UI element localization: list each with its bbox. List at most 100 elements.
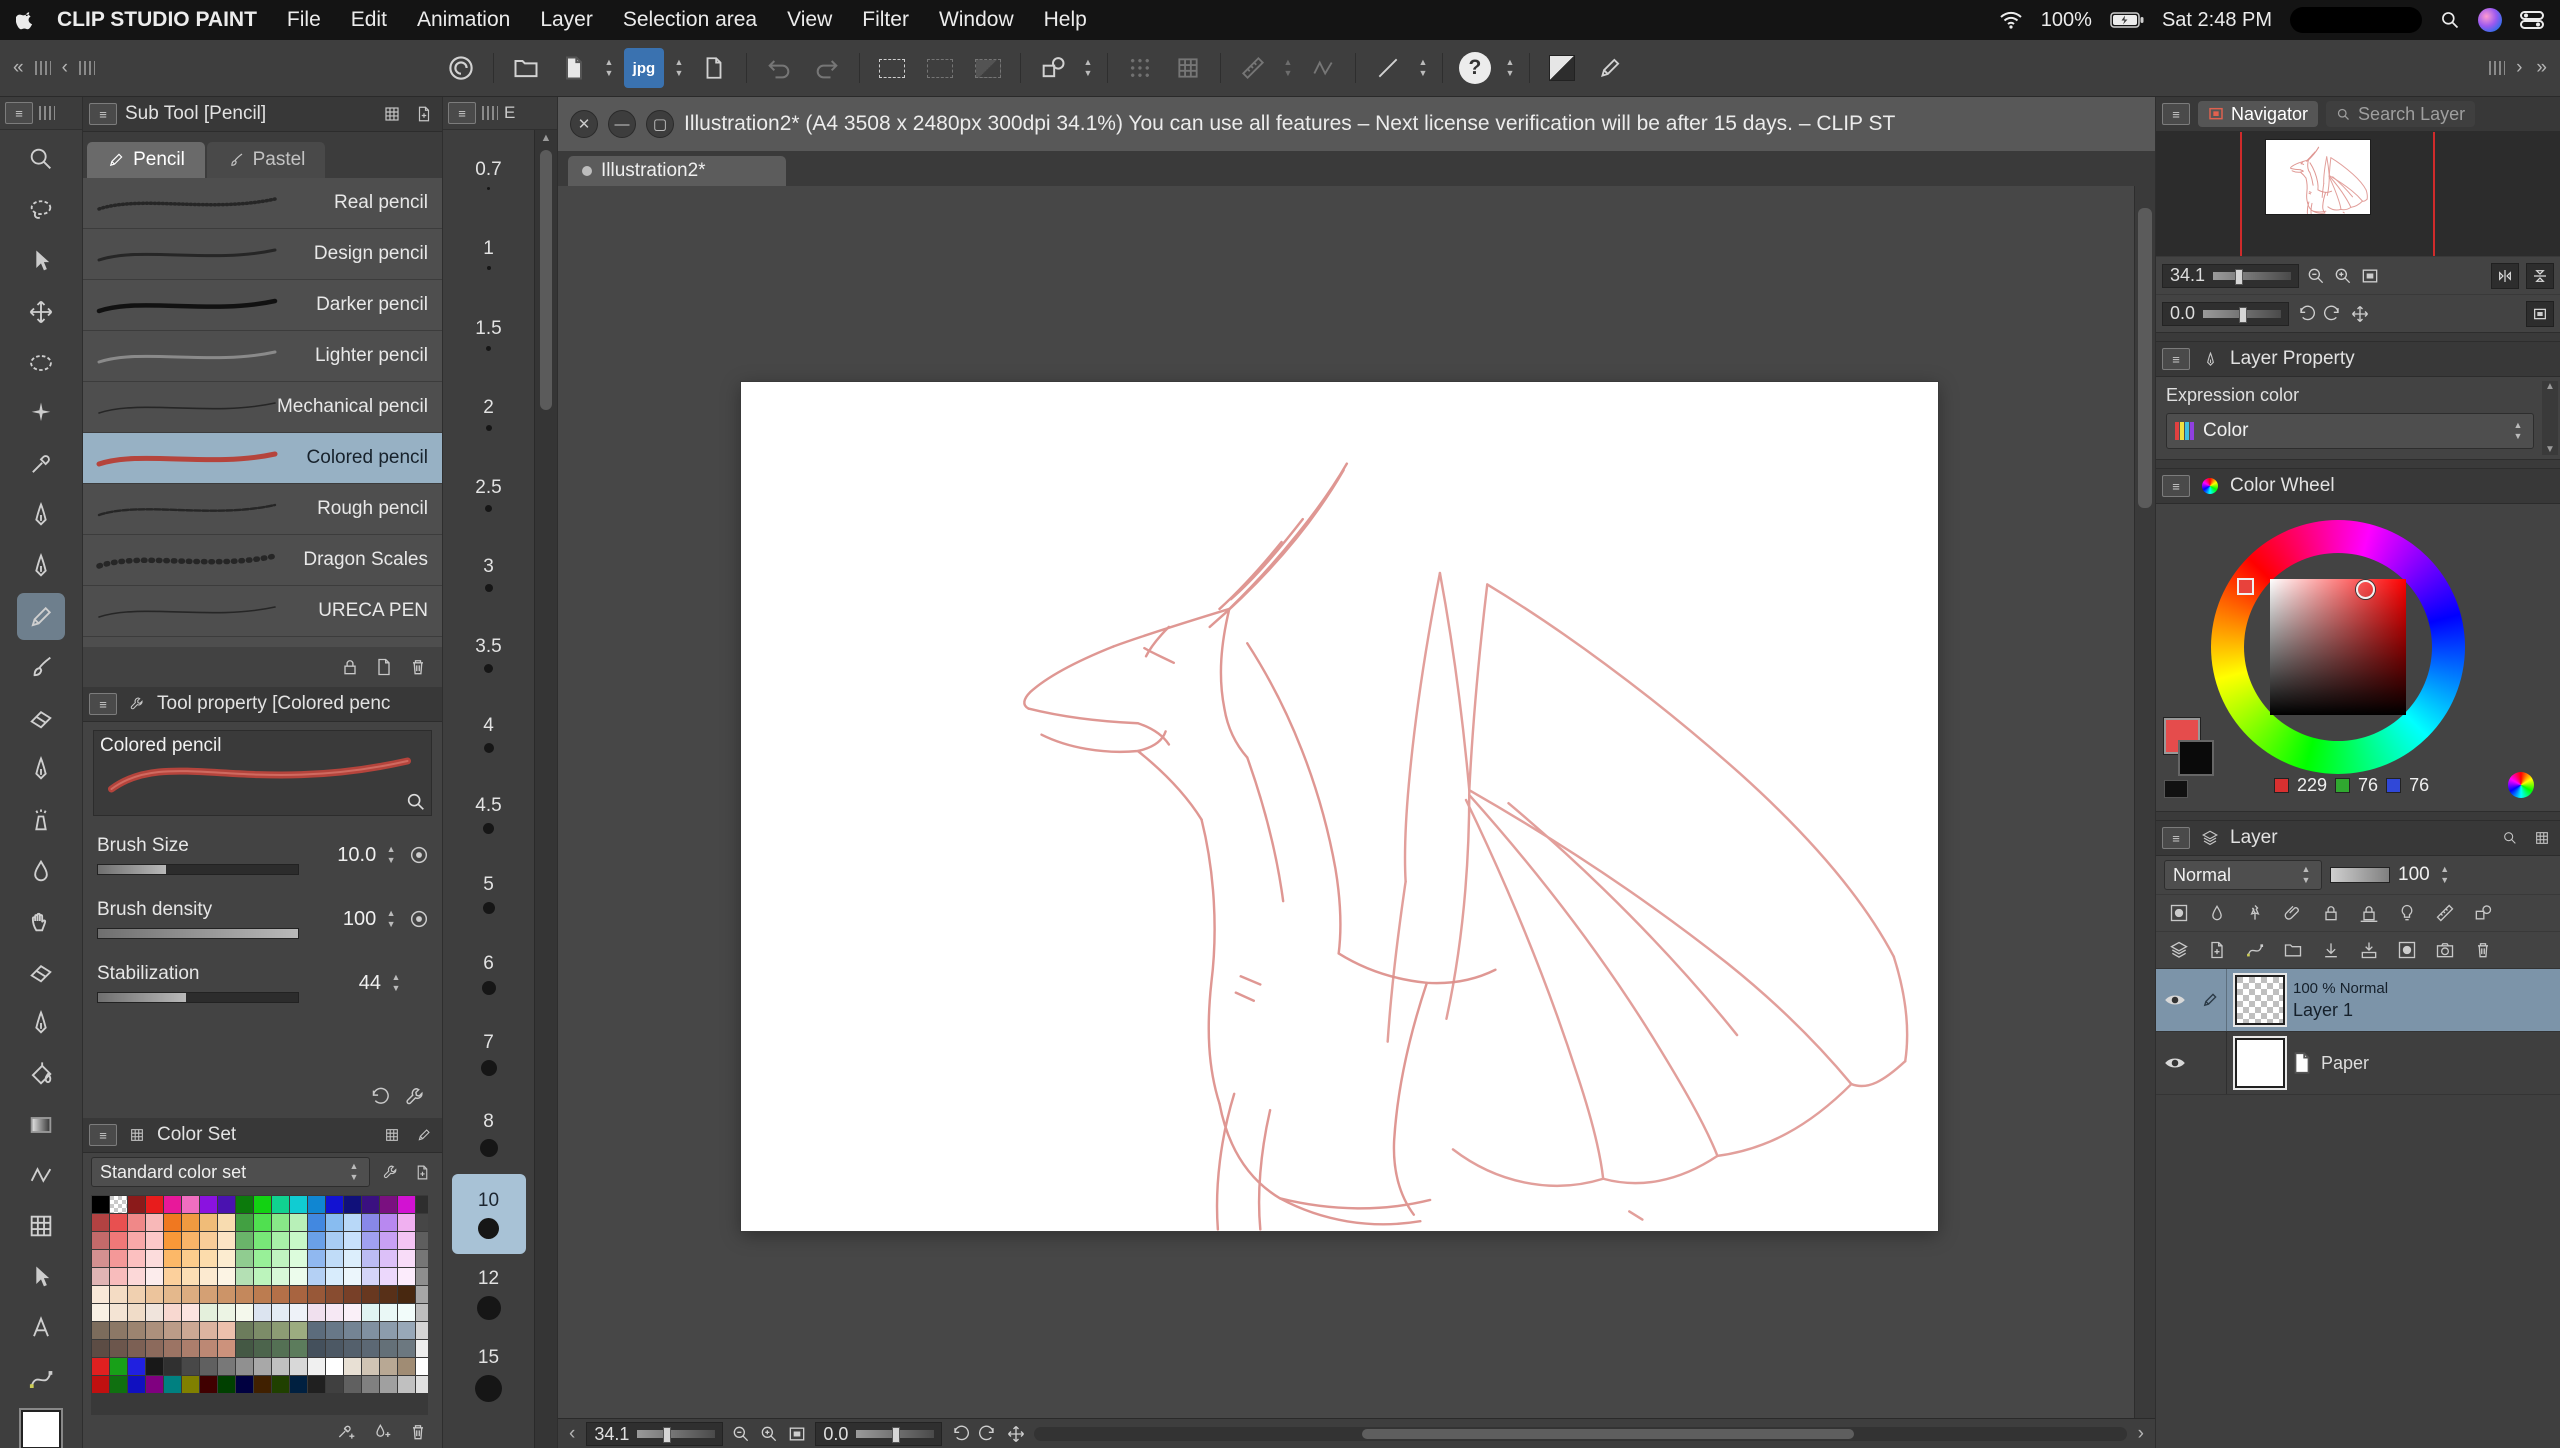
palette-swatch[interactable]	[110, 1196, 127, 1213]
palette-swatch[interactable]	[344, 1322, 361, 1339]
palette-swatch[interactable]	[362, 1214, 379, 1231]
snap-special-icon[interactable]	[1303, 48, 1343, 88]
palette-swatch[interactable]	[380, 1196, 397, 1213]
palette-swatch[interactable]	[254, 1196, 271, 1213]
palette-swatch[interactable]	[344, 1340, 361, 1357]
snap-stepper[interactable]: ▲▼	[1281, 58, 1295, 78]
deselect-icon[interactable]	[920, 48, 960, 88]
palette-swatch[interactable]	[344, 1304, 361, 1321]
duplicate-subtool-icon[interactable]	[374, 657, 394, 677]
palette-swatch[interactable]	[290, 1268, 307, 1285]
palette-swatch[interactable]	[146, 1250, 163, 1267]
opacity-stepper[interactable]: ▲▼	[2438, 865, 2452, 885]
palette-swatch[interactable]	[344, 1214, 361, 1231]
advanced-settings-icon[interactable]	[404, 1086, 426, 1108]
zoom-100-icon[interactable]	[2360, 266, 2380, 286]
zoom-in-icon[interactable]	[759, 1424, 779, 1444]
palette-swatch[interactable]	[128, 1268, 145, 1285]
invert-selection-icon[interactable]	[968, 48, 1008, 88]
hue-ring[interactable]	[2211, 520, 2465, 774]
brush-size-option[interactable]: 1	[452, 214, 526, 294]
line-tool-icon[interactable]	[1368, 48, 1408, 88]
brush-size-option[interactable]: 4	[452, 694, 526, 774]
brush-tool[interactable]	[17, 644, 65, 691]
panel-menu-icon[interactable]: ≡	[89, 103, 117, 125]
palette-swatch[interactable]	[344, 1358, 361, 1375]
tab-navigator[interactable]: Navigator	[2198, 101, 2318, 127]
text-tool[interactable]	[17, 1304, 65, 1351]
reset-view-icon[interactable]	[1006, 1424, 1026, 1444]
palette-swatch[interactable]	[398, 1214, 415, 1231]
airbrush-tool[interactable]	[17, 796, 65, 843]
palette-swatch[interactable]	[326, 1304, 343, 1321]
rotate-right-icon[interactable]	[978, 1424, 998, 1444]
scroll-left-icon[interactable]: ‹	[566, 1423, 578, 1445]
palette-swatch[interactable]	[236, 1268, 253, 1285]
palette-swatch[interactable]	[398, 1232, 415, 1249]
palette-swatch[interactable]	[272, 1196, 289, 1213]
palette-swatch[interactable]	[380, 1304, 397, 1321]
palette-swatch[interactable]	[164, 1214, 181, 1231]
ruler-range-icon[interactable]	[2428, 899, 2462, 927]
palette-swatch[interactable]	[164, 1358, 181, 1375]
palette-swatch[interactable]	[182, 1250, 199, 1267]
palette-swatch[interactable]	[326, 1232, 343, 1249]
menu-item[interactable]: Layer	[540, 8, 593, 32]
palette-swatch[interactable]	[128, 1286, 145, 1303]
subtool-add-icon[interactable]	[412, 104, 436, 124]
slider-value[interactable]: 10.0	[307, 844, 376, 867]
palette-swatch[interactable]	[92, 1358, 109, 1375]
help-icon[interactable]: ?	[1455, 48, 1495, 88]
saturation-value-square[interactable]	[2270, 579, 2406, 715]
object-tool[interactable]	[17, 238, 65, 285]
palette-swatch[interactable]	[200, 1358, 217, 1375]
maximize-window-button[interactable]: ▢	[646, 110, 674, 138]
expression-color-select[interactable]: Color ▲▼	[2166, 413, 2534, 449]
palette-swatch[interactable]	[110, 1376, 127, 1393]
brush-size-option[interactable]: 5	[452, 854, 526, 934]
palette-swatch[interactable]	[236, 1358, 253, 1375]
color-set-select[interactable]: Standard color set ▲▼	[91, 1157, 370, 1187]
menu-item[interactable]: File	[287, 8, 321, 32]
palette-swatch[interactable]	[218, 1322, 235, 1339]
palette-swatch[interactable]	[182, 1214, 199, 1231]
palette-swatch[interactable]	[92, 1214, 109, 1231]
palette-swatch[interactable]	[164, 1286, 181, 1303]
palette-swatch[interactable]	[218, 1196, 235, 1213]
decoration-tool[interactable]	[17, 949, 65, 996]
palette-swatch[interactable]	[92, 1250, 109, 1267]
palette-swatch[interactable]	[182, 1268, 199, 1285]
palette-swatch[interactable]	[362, 1340, 379, 1357]
palette-swatch[interactable]	[218, 1268, 235, 1285]
palette-swatch[interactable]	[182, 1196, 199, 1213]
palette-swatch[interactable]	[146, 1232, 163, 1249]
transform-stepper[interactable]: ▲▼	[1081, 58, 1095, 78]
pattern-tool[interactable]	[17, 1203, 65, 1250]
palette-swatch[interactable]	[254, 1304, 271, 1321]
palette-swatch[interactable]	[182, 1376, 199, 1393]
palette-swatch[interactable]	[398, 1322, 415, 1339]
dock-collapse-icon[interactable]: ‹	[59, 57, 71, 79]
panel-menu-icon[interactable]: ≡	[5, 102, 33, 124]
save-page-icon[interactable]	[694, 48, 734, 88]
color-mode-toggle-icon[interactable]	[2508, 772, 2534, 798]
layer-search-icon[interactable]	[2498, 828, 2522, 848]
palette-swatch[interactable]	[128, 1358, 145, 1375]
palette-swatch[interactable]	[308, 1268, 325, 1285]
palette-swatch[interactable]	[182, 1358, 199, 1375]
smudge-tool[interactable]	[17, 898, 65, 945]
new-layer-icon[interactable]	[2200, 936, 2234, 964]
palette-swatch[interactable]	[218, 1214, 235, 1231]
palette-swatch[interactable]	[398, 1196, 415, 1213]
palette-swatch[interactable]	[344, 1196, 361, 1213]
pencil-tool[interactable]	[17, 593, 65, 640]
menu-item[interactable]: Filter	[862, 8, 909, 32]
brush-size-option[interactable]: 15	[452, 1334, 526, 1414]
palette-swatch[interactable]	[92, 1268, 109, 1285]
delete-color-icon[interactable]	[408, 1422, 428, 1442]
palette-swatch[interactable]	[272, 1340, 289, 1357]
slider-value[interactable]: 100	[307, 908, 376, 931]
gradient-tool[interactable]	[17, 1101, 65, 1148]
scroll-right-icon[interactable]: ›	[2135, 1423, 2147, 1445]
spotlight-search-icon[interactable]	[2440, 10, 2460, 30]
